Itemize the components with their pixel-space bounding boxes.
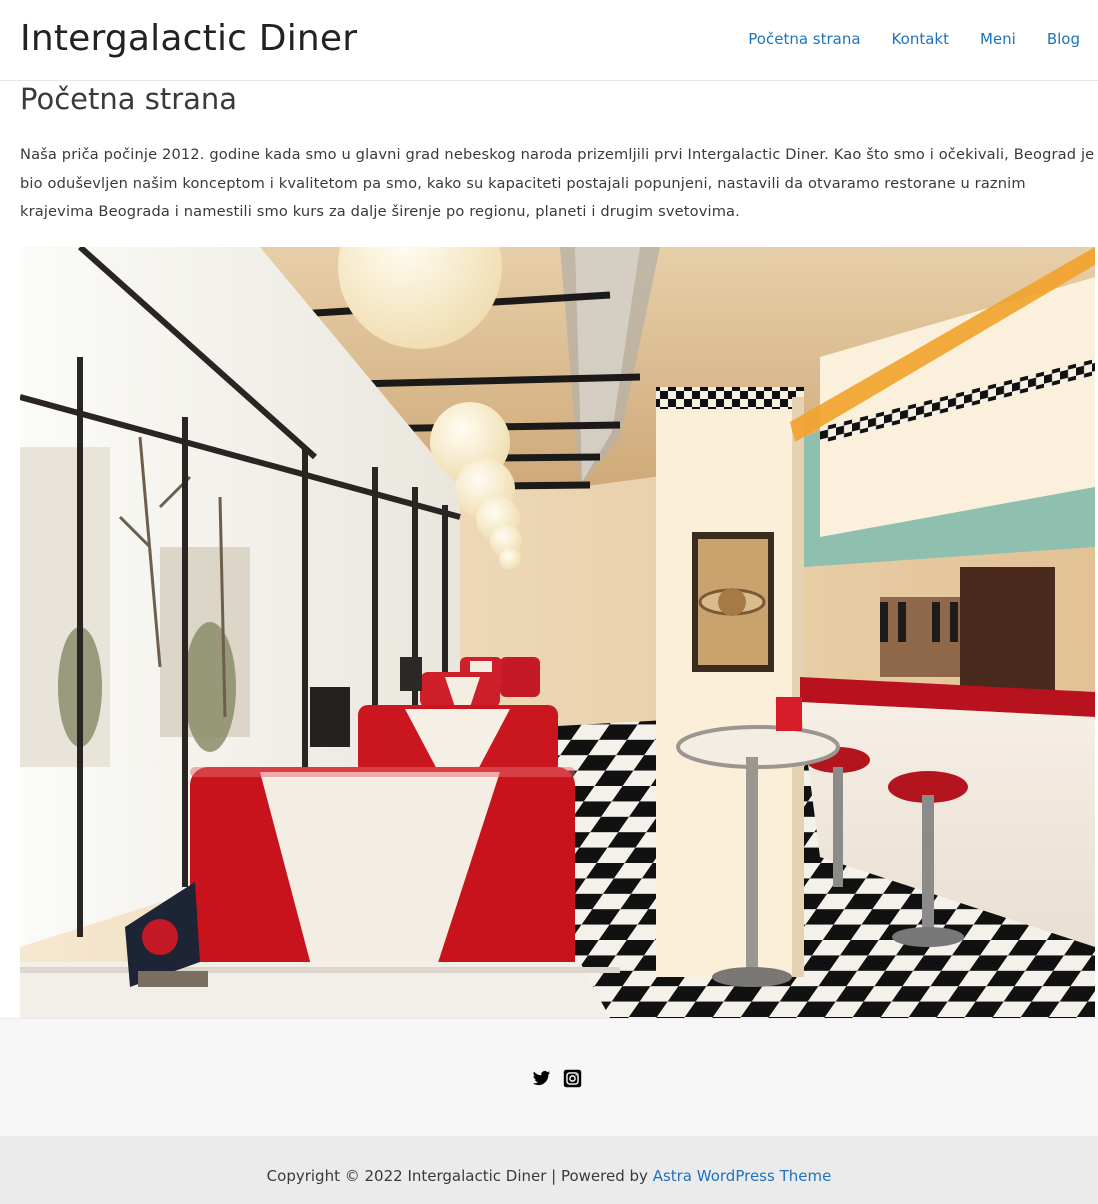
hero-image <box>20 247 1095 1018</box>
page-title: Početna strana <box>20 82 238 116</box>
astra-theme-link[interactable]: Astra WordPress Theme <box>653 1167 832 1185</box>
copyright-text: Copyright © 2022 Intergalactic Diner | P… <box>0 1167 1098 1185</box>
footer-copyright-bar: Copyright © 2022 Intergalactic Diner | P… <box>0 1136 1098 1204</box>
main-navigation: Početna strana Kontakt Meni Blog <box>717 30 1080 48</box>
site-title[interactable]: Intergalactic Diner <box>20 18 357 59</box>
copyright-prefix: Copyright © 2022 Intergalactic Diner | P… <box>266 1167 653 1185</box>
footer-widgets <box>0 1018 1098 1136</box>
nav-item-kontakt[interactable]: Kontakt <box>892 30 949 48</box>
instagram-icon[interactable] <box>563 1069 582 1088</box>
social-icons <box>532 1069 582 1088</box>
site-header: Intergalactic Diner Početna strana Konta… <box>0 0 1098 81</box>
nav-item-meni[interactable]: Meni <box>980 30 1016 48</box>
nav-item-blog[interactable]: Blog <box>1047 30 1080 48</box>
nav-item-pocetna-strana[interactable]: Početna strana <box>748 30 860 48</box>
twitter-icon[interactable] <box>532 1069 551 1088</box>
intro-paragraph: Naša priča počinje 2012. godine kada smo… <box>20 146 1095 221</box>
